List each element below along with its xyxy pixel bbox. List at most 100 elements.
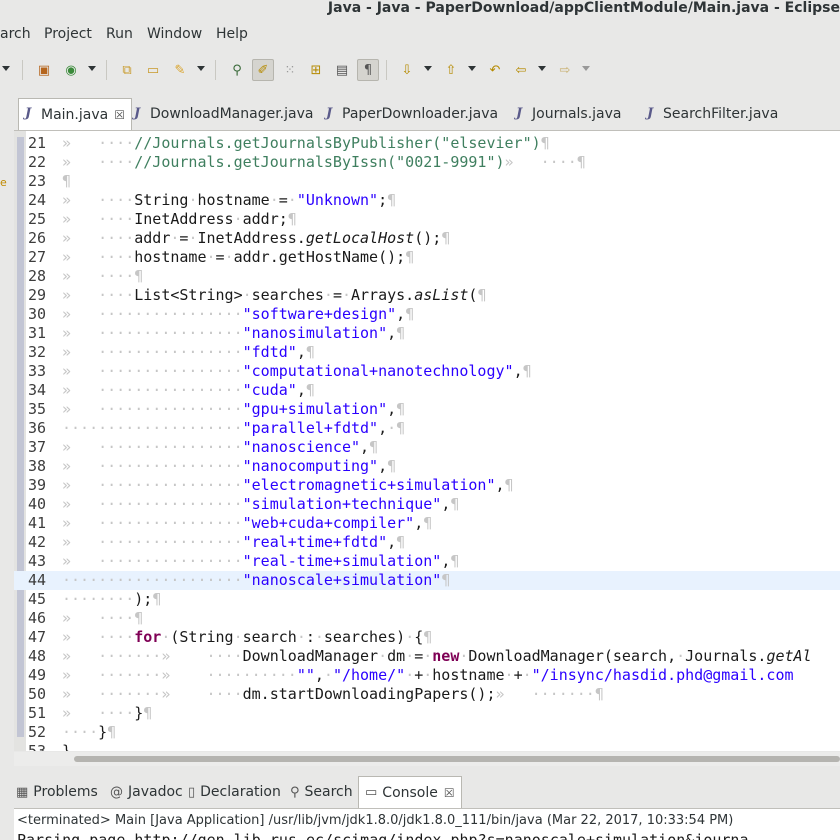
window-titlebar: Java - Java - PaperDownload/appClientMod… bbox=[0, 0, 840, 20]
show-whitespace-icon[interactable]: ▤ bbox=[331, 59, 353, 81]
line-number: 24 bbox=[28, 191, 47, 209]
line-number: 34 bbox=[28, 381, 47, 399]
wand-icon[interactable]: ✎ bbox=[169, 59, 191, 81]
code-line: 36 ····················"parallel+fdtd",·¶ bbox=[14, 419, 840, 438]
tab-search[interactable]: ⚲ Search bbox=[290, 776, 353, 808]
problems-icon: ▦ bbox=[16, 784, 29, 800]
code-line: 41 » ················"web+cuda+compiler",… bbox=[14, 514, 840, 533]
code-line: 37 » ················"nanoscience",¶ bbox=[14, 438, 840, 457]
code-text: ········);¶ bbox=[62, 590, 162, 608]
code-line: 43 » ················"real-time+simulatio… bbox=[14, 552, 840, 571]
tab-label: Declaration bbox=[200, 784, 281, 800]
chevron-down-icon[interactable] bbox=[582, 66, 590, 71]
code-text: ¶ bbox=[62, 172, 72, 190]
console-view[interactable]: <terminated> Main [Java Application] /us… bbox=[14, 809, 840, 840]
code-line: 33 » ················"computational+nanot… bbox=[14, 362, 840, 381]
menu-window[interactable]: Window bbox=[147, 26, 202, 42]
line-number: 37 bbox=[28, 438, 47, 456]
new-package-icon[interactable]: ▣ bbox=[33, 59, 55, 81]
code-line: 52 ····}¶ bbox=[14, 723, 840, 742]
line-number: 28 bbox=[28, 267, 47, 285]
tab-main-java[interactable]: Main.java ☒ bbox=[18, 98, 132, 130]
tab-label: DownloadManager.java bbox=[150, 106, 314, 122]
new-class-icon[interactable]: ◉ bbox=[60, 59, 82, 81]
next-annotation-icon[interactable]: ⇩ bbox=[396, 59, 418, 81]
code-line: 34 » ················"cuda",¶ bbox=[14, 381, 840, 400]
horizontal-scrollbar[interactable] bbox=[14, 752, 840, 766]
code-line: 25 » ····InetAddress·addr;¶ bbox=[14, 210, 840, 229]
code-line: 29 » ····List<String>·searches·=·Arrays.a… bbox=[14, 286, 840, 305]
code-text: » ····String·hostname·=·"Unknown";¶ bbox=[62, 191, 397, 209]
code-line: 49 » ·······» ··········"",·"/home/"·+·ho… bbox=[14, 666, 840, 685]
chevron-down-icon[interactable] bbox=[538, 66, 546, 71]
code-line: 47 » ····for·(String·search·:·searches)·{… bbox=[14, 628, 840, 647]
code-line: 39 » ················"electromagnetic+sim… bbox=[14, 476, 840, 495]
code-text: » ····for·(String·search·:·searches)·{¶ bbox=[62, 628, 433, 646]
tab-javadoc[interactable]: @ Javadoc bbox=[110, 776, 183, 808]
code-text: » ················"real-time+simulation"… bbox=[62, 552, 460, 570]
code-text: » ·······» ····DownloadManager·dm·=·new·… bbox=[62, 647, 812, 665]
code-text: » ················"software+design",¶ bbox=[62, 305, 415, 323]
line-number: 29 bbox=[28, 286, 47, 304]
close-icon[interactable]: ☒ bbox=[114, 108, 125, 122]
close-icon[interactable]: ☒ bbox=[444, 786, 455, 800]
scrollbar-thumb[interactable] bbox=[74, 756, 840, 762]
bottom-panel-tabs: ▦ Problems @ Javadoc ▯ Declaration ⚲ Sea… bbox=[14, 774, 840, 809]
previous-annotation-icon[interactable]: ⇧ bbox=[440, 59, 462, 81]
last-edit-icon[interactable]: ↶ bbox=[484, 59, 506, 81]
toggle-mark-occurrences-icon[interactable]: ⚲ bbox=[226, 59, 248, 81]
code-line-current: 44 ····················"nanoscale+simulat… bbox=[14, 571, 840, 590]
code-text: » ·······» ····dm.startDownloadingPapers… bbox=[62, 685, 604, 703]
menu-run[interactable]: Run bbox=[106, 26, 133, 42]
forward-arrow-icon[interactable]: ⇨ bbox=[554, 59, 576, 81]
java-file-icon bbox=[516, 106, 526, 121]
chevron-down-icon[interactable] bbox=[2, 66, 10, 71]
menu-search[interactable]: arch bbox=[0, 26, 31, 42]
line-number: 50 bbox=[28, 685, 47, 703]
chevron-down-icon[interactable] bbox=[88, 66, 96, 71]
line-number: 26 bbox=[28, 229, 47, 247]
back-arrow-icon[interactable]: ⇦ bbox=[510, 59, 532, 81]
tab-paperdownloader-java[interactable]: PaperDownloader.java bbox=[326, 98, 498, 130]
code-text: » ····}¶ bbox=[62, 704, 153, 722]
line-number: 33 bbox=[28, 362, 47, 380]
chevron-down-icon[interactable] bbox=[197, 66, 205, 71]
code-line: 30 » ················"software+design",¶ bbox=[14, 305, 840, 324]
chevron-down-icon[interactable] bbox=[424, 66, 432, 71]
breadcrumb-icon[interactable]: ⁙ bbox=[279, 59, 301, 81]
tab-declaration[interactable]: ▯ Declaration bbox=[188, 776, 281, 808]
line-number: 52 bbox=[28, 723, 47, 741]
pilcrow-icon[interactable]: ¶ bbox=[357, 59, 379, 81]
open-folder-icon[interactable]: ▭ bbox=[142, 59, 164, 81]
line-number: 49 bbox=[28, 666, 47, 684]
toolbar-separator bbox=[106, 60, 107, 80]
line-number: 25 bbox=[28, 210, 47, 228]
tab-journals-java[interactable]: Journals.java bbox=[516, 98, 622, 130]
code-text: » ·······» ··········"",·"/home/"·+·host… bbox=[62, 666, 794, 684]
menu-project[interactable]: Project bbox=[44, 26, 92, 42]
block-selection-icon[interactable]: ⊞ bbox=[305, 59, 327, 81]
open-type-icon[interactable]: ⧉ bbox=[116, 59, 138, 81]
tab-label: Search bbox=[304, 784, 353, 800]
tab-problems[interactable]: ▦ Problems bbox=[16, 776, 98, 808]
code-text: » ················"electromagnetic+simul… bbox=[62, 476, 514, 494]
left-edge-strip bbox=[0, 131, 8, 791]
line-number: 39 bbox=[28, 476, 47, 494]
tab-downloadmanager-java[interactable]: DownloadManager.java bbox=[134, 98, 313, 130]
line-number: 51 bbox=[28, 704, 47, 722]
line-number: 48 bbox=[28, 647, 47, 665]
code-editor[interactable]: 21 » ····//Journals.getJournalsByPublishe… bbox=[14, 131, 840, 751]
highlight-icon[interactable]: ✐ bbox=[252, 59, 274, 81]
code-text: ····················"nanoscale+simulatio… bbox=[62, 571, 451, 589]
editor-tab-bar: Main.java ☒ DownloadManager.java PaperDo… bbox=[14, 96, 840, 131]
line-number: 22 bbox=[28, 153, 47, 171]
chevron-down-icon[interactable] bbox=[468, 66, 476, 71]
line-number: 44 bbox=[28, 571, 47, 589]
line-number: 21 bbox=[28, 134, 47, 152]
line-number: 31 bbox=[28, 324, 47, 342]
code-line: 48 » ·······» ····DownloadManager·dm·=·ne… bbox=[14, 647, 840, 666]
toolbar-separator bbox=[22, 60, 23, 80]
tab-searchfilter-java[interactable]: SearchFilter.java bbox=[647, 98, 778, 130]
tab-console[interactable]: ▭ Console ☒ bbox=[358, 776, 462, 808]
menu-help[interactable]: Help bbox=[216, 26, 248, 42]
